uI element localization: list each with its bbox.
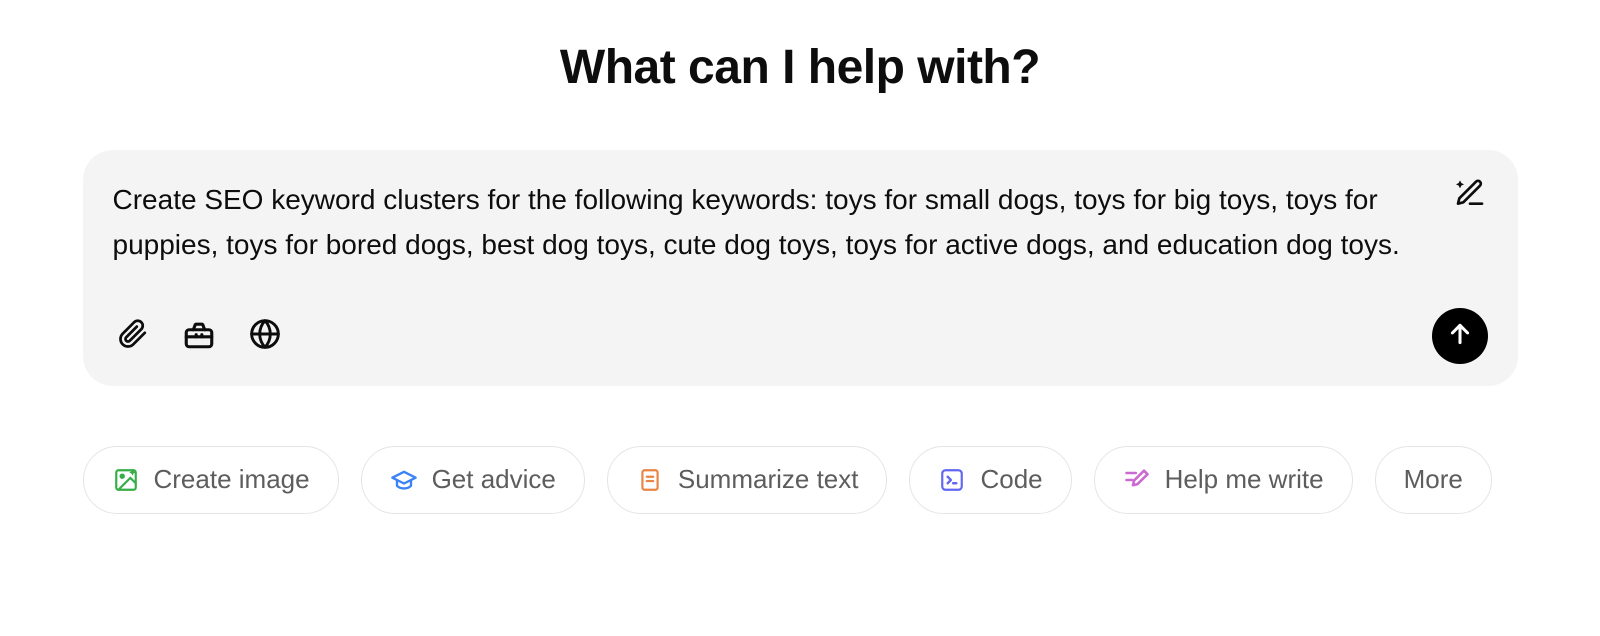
prompt-text[interactable]: Create SEO keyword clusters for the foll…	[113, 178, 1488, 268]
chip-label: Summarize text	[678, 464, 859, 495]
attachment-button[interactable]	[113, 316, 153, 356]
chip-get-advice[interactable]: Get advice	[361, 446, 585, 514]
chip-help-me-write[interactable]: Help me write	[1094, 446, 1353, 514]
web-button[interactable]	[245, 316, 285, 356]
chip-label: Get advice	[432, 464, 556, 495]
paperclip-icon	[118, 319, 148, 352]
toolbox-icon	[182, 317, 216, 354]
arrow-up-icon	[1447, 321, 1473, 350]
document-icon	[636, 466, 664, 494]
tools-button[interactable]	[179, 316, 219, 356]
chip-more[interactable]: More	[1375, 446, 1492, 514]
chip-label: Code	[980, 464, 1042, 495]
image-icon	[112, 466, 140, 494]
toolbar-left	[113, 316, 285, 356]
chip-create-image[interactable]: Create image	[83, 446, 339, 514]
graduation-cap-icon	[390, 466, 418, 494]
chip-code[interactable]: Code	[909, 446, 1071, 514]
input-toolbar	[113, 308, 1488, 364]
chip-summarize-text[interactable]: Summarize text	[607, 446, 888, 514]
prompt-input-container[interactable]: Create SEO keyword clusters for the foll…	[83, 150, 1518, 386]
chip-label: More	[1404, 464, 1463, 495]
magic-edit-button[interactable]	[1452, 176, 1488, 212]
send-button[interactable]	[1432, 308, 1488, 364]
suggestion-chips: Create image Get advice Summarize text	[83, 446, 1518, 514]
magic-pencil-icon	[1454, 177, 1486, 212]
write-icon	[1123, 466, 1151, 494]
code-icon	[938, 466, 966, 494]
chip-label: Create image	[154, 464, 310, 495]
page-heading: What can I help with?	[560, 40, 1040, 95]
globe-icon	[249, 318, 281, 353]
chip-label: Help me write	[1165, 464, 1324, 495]
